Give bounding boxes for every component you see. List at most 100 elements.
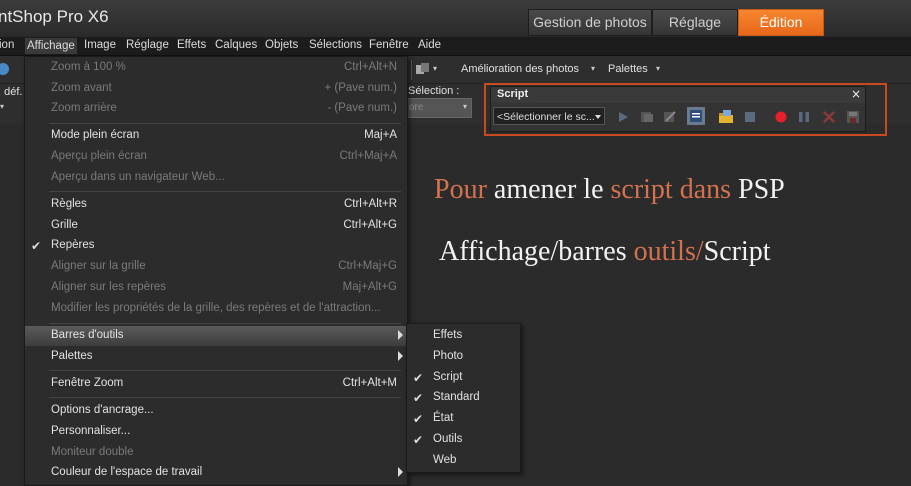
photo-enhance-menu[interactable]: Amélioration des photos bbox=[461, 63, 579, 75]
menu-fenetre[interactable]: Fenêtre bbox=[369, 39, 409, 51]
selection-dropdown[interactable]: ore ▾ bbox=[406, 98, 472, 118]
menu-item-label: Zoom arrière bbox=[51, 102, 117, 114]
checkmark-icon: ✔ bbox=[413, 412, 424, 426]
menu-item-label: Options d'ancrage... bbox=[51, 404, 154, 416]
annotation-word: outils/ bbox=[633, 236, 704, 267]
menu-item-fullscreen-preview[interactable]: Aperçu plein écran Ctrl+Maj+A bbox=[25, 147, 407, 167]
menu-item-palettes[interactable]: Palettes bbox=[25, 347, 407, 367]
chevron-down-icon[interactable]: ▾ bbox=[0, 102, 4, 111]
menu-aide[interactable]: Aide bbox=[418, 39, 441, 51]
menu-bar: ion Affichage Image Réglage Effets Calqu… bbox=[0, 37, 911, 56]
menu-separator bbox=[49, 323, 401, 324]
chevron-down-icon[interactable]: ▾ bbox=[433, 64, 437, 73]
menu-item-shortcut: - (Pave num.) bbox=[327, 102, 397, 114]
menu-item-zoom-in[interactable]: Zoom avant + (Pave num.) bbox=[25, 79, 407, 99]
menu-item-workspace-color[interactable]: Couleur de l'espace de travail bbox=[25, 463, 407, 483]
menu-item-shortcut: Ctrl+Alt+N bbox=[343, 61, 397, 73]
selection-value: ore bbox=[409, 102, 424, 113]
menu-item-shortcut: Ctrl+Alt+M bbox=[342, 377, 397, 389]
menu-item-rulers[interactable]: Règles Ctrl+Alt+R bbox=[25, 195, 407, 215]
submenu-item-label: Outils bbox=[433, 433, 463, 445]
menu-item-label: Aligner sur les repères bbox=[51, 281, 167, 293]
menu-item-shortcut: Maj+A bbox=[364, 129, 397, 141]
annotation-word: Script bbox=[703, 236, 771, 267]
submenu-item-label: Web bbox=[433, 454, 457, 466]
submenu-item-label: État bbox=[433, 412, 454, 424]
menu-item-label: Aligner sur la grille bbox=[51, 260, 146, 272]
menu-item-guides[interactable]: ✔ Repères bbox=[25, 236, 407, 256]
annotation-line-1: Pour amener le script dans PSP bbox=[434, 174, 785, 206]
menu-separator bbox=[49, 191, 401, 192]
submenu-item-script[interactable]: ✔ Script bbox=[407, 368, 520, 388]
menu-item-label: Moniteur double bbox=[51, 446, 134, 458]
annotation-word: Pour bbox=[434, 174, 487, 205]
menu-item-label: Zoom avant bbox=[51, 82, 112, 94]
menu-item-label: Personnaliser... bbox=[51, 425, 131, 437]
annotation-word: script dans bbox=[610, 174, 732, 205]
menu-item-snap-grid[interactable]: Aligner sur la grille Ctrl+Maj+G bbox=[25, 257, 407, 277]
menu-item-label: Barres d'outils bbox=[51, 329, 124, 341]
menu-item-label: Aperçu plein écran bbox=[51, 150, 147, 162]
submenu-item-etat[interactable]: ✔ État bbox=[407, 409, 520, 429]
menu-affichage[interactable]: Affichage bbox=[25, 38, 77, 54]
menu-item-label: Mode plein écran bbox=[51, 129, 140, 141]
menu-item-grid-properties[interactable]: Modifier les propriétés de la grille, de… bbox=[25, 299, 407, 319]
annotation-word: amener le bbox=[486, 174, 611, 205]
submenu-arrow-icon bbox=[398, 330, 403, 340]
annotation-word: PSP bbox=[731, 174, 785, 205]
toolbars-submenu: Effets Photo ✔ Script ✔ Standard ✔ État ✔ Ou… bbox=[406, 323, 521, 473]
menu-item-label: Grille bbox=[51, 219, 78, 231]
menu-item-label: Aperçu dans un navigateur Web... bbox=[51, 171, 225, 183]
chevron-down-icon[interactable]: ▾ bbox=[656, 64, 660, 73]
chevron-down-icon: ▾ bbox=[462, 102, 467, 111]
app-title: ntShop Pro X6 bbox=[0, 7, 109, 26]
menu-reglage[interactable]: Réglage bbox=[126, 39, 169, 51]
title-bar: ntShop Pro X6 Gestion de photos Réglage … bbox=[0, 0, 911, 37]
menu-item-customize[interactable]: Personnaliser... bbox=[25, 422, 407, 442]
view-menu-dropdown: Zoom à 100 % Ctrl+Alt+N Zoom avant + (Pave… bbox=[24, 56, 408, 486]
submenu-item-photo[interactable]: Photo bbox=[407, 347, 520, 367]
menu-file[interactable]: ion bbox=[0, 39, 14, 51]
submenu-item-web[interactable]: Web bbox=[407, 451, 520, 471]
checkmark-icon: ✔ bbox=[31, 239, 42, 253]
menu-item-toolbars[interactable]: Barres d'outils bbox=[25, 326, 407, 346]
tab-edition[interactable]: Édition bbox=[738, 9, 824, 36]
menu-image[interactable]: Image bbox=[84, 39, 116, 51]
menu-item-snap-guides[interactable]: Aligner sur les repères Maj+Alt+G bbox=[25, 278, 407, 298]
menu-item-web-preview[interactable]: Aperçu dans un navigateur Web... bbox=[25, 168, 407, 188]
menu-separator bbox=[49, 370, 401, 371]
highlight-box bbox=[484, 83, 887, 136]
selection-label: Sélection : bbox=[408, 85, 460, 97]
submenu-arrow-icon bbox=[398, 467, 403, 477]
preset-label: . déf. bbox=[0, 86, 23, 98]
copy-icon[interactable] bbox=[416, 63, 430, 75]
tab-gestion-photos[interactable]: Gestion de photos bbox=[528, 9, 652, 36]
menu-item-shortcut: Ctrl+Maj+A bbox=[339, 150, 397, 162]
menu-calques[interactable]: Calques bbox=[215, 39, 257, 51]
menu-item-label: Repères bbox=[51, 239, 95, 251]
menu-item-zoom-100[interactable]: Zoom à 100 % Ctrl+Alt+N bbox=[25, 58, 407, 78]
menu-item-dual-monitor[interactable]: Moniteur double bbox=[25, 443, 407, 463]
tool-icon[interactable] bbox=[0, 62, 10, 76]
menu-selections[interactable]: Sélections bbox=[309, 39, 362, 51]
menu-item-zoom-out[interactable]: Zoom arrière - (Pave num.) bbox=[25, 99, 407, 119]
menu-objets[interactable]: Objets bbox=[265, 39, 298, 51]
menu-item-fullscreen[interactable]: Mode plein écran Maj+A bbox=[25, 126, 407, 146]
submenu-arrow-icon bbox=[398, 351, 403, 361]
menu-item-zoom-window[interactable]: Fenêtre Zoom Ctrl+Alt+M bbox=[25, 374, 407, 394]
submenu-item-outils[interactable]: ✔ Outils bbox=[407, 430, 520, 450]
submenu-item-standard[interactable]: ✔ Standard bbox=[407, 388, 520, 408]
submenu-item-effets[interactable]: Effets bbox=[407, 326, 520, 346]
menu-separator bbox=[49, 123, 401, 124]
palettes-menu[interactable]: Palettes bbox=[608, 63, 648, 75]
chevron-down-icon[interactable]: ▾ bbox=[591, 64, 595, 73]
toolbar-divider bbox=[411, 60, 412, 80]
submenu-item-label: Photo bbox=[433, 350, 464, 362]
menu-item-grid[interactable]: Grille Ctrl+Alt+G bbox=[25, 216, 407, 236]
menu-item-label: Zoom à 100 % bbox=[51, 61, 126, 73]
menu-item-shortcut: Ctrl+Alt+G bbox=[343, 219, 397, 231]
menu-item-docking-options[interactable]: Options d'ancrage... bbox=[25, 401, 407, 421]
menu-effets[interactable]: Effets bbox=[177, 39, 206, 51]
menu-item-shortcut: Maj+Alt+G bbox=[342, 281, 397, 293]
tab-reglage[interactable]: Réglage bbox=[652, 9, 738, 36]
